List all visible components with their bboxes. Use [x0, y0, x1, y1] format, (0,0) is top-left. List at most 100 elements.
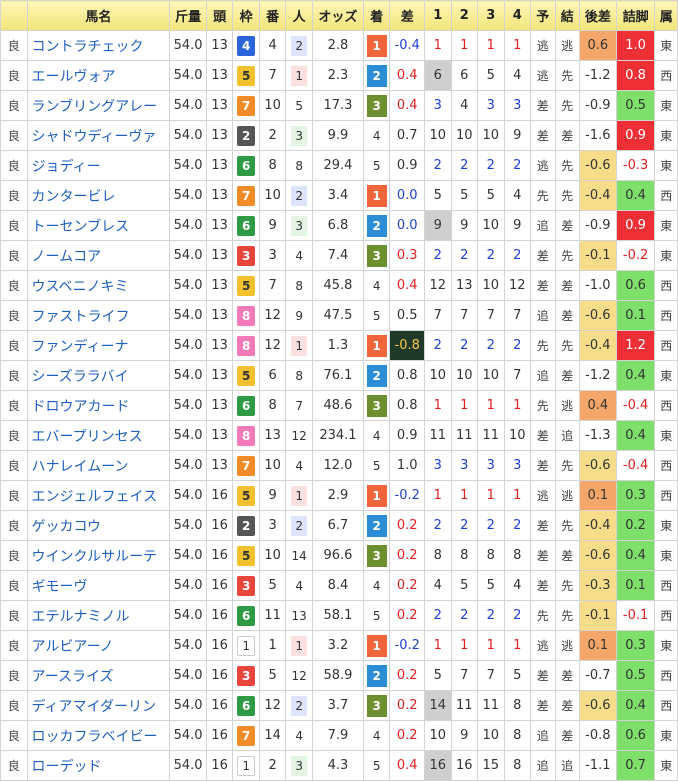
horse-name-link[interactable]: ファンディーナ	[26, 330, 171, 361]
horse-name-link[interactable]: ゲッカコウ	[26, 510, 171, 541]
header-col-horse-name[interactable]: 馬名	[26, 0, 171, 31]
corner-3: 10	[477, 120, 505, 151]
table-row[interactable]: 良アースライズ 54.0 16 3 5 12 58.9 2 0.2 5 7 7 5 差差 -0.7 0.5 西	[0, 660, 678, 691]
region: 西	[654, 270, 678, 301]
horse-name-link[interactable]: エバープリンセス	[26, 420, 171, 451]
header-col-corner-4[interactable]: 4	[503, 0, 532, 31]
waku: 1	[232, 750, 260, 781]
head-count: 13	[205, 300, 234, 331]
horse-name-link[interactable]: シーズララバイ	[26, 360, 171, 391]
table-row[interactable]: 良ディアマイダーリン 54.0 16 6 12 2 3.7 3 0.2 14 11 11 8 差差 -0.6…	[0, 690, 678, 721]
horse-name-link[interactable]: ギモーヴ	[26, 570, 171, 601]
table-row[interactable]: 良エバープリンセス 54.0 13 8 13 12 234.1 4 0.9 11 11 11 10 差追 -…	[0, 420, 678, 451]
horse-name-link[interactable]: エールヴォア	[26, 60, 171, 91]
horse-name-link[interactable]: ハナレイムーン	[26, 450, 171, 481]
popularity: 3	[285, 210, 313, 241]
late-diff: -1.3	[579, 420, 617, 451]
table-row[interactable]: 良エンジェルフェイス 54.0 16 5 9 1 2.9 1 -0.2 1 1 1 1 逃逃 0.1 0.3 西	[0, 480, 678, 511]
horse-name-link[interactable]: カンタービレ	[26, 180, 171, 211]
header-col-number[interactable]: 番	[258, 0, 287, 31]
table-row[interactable]: 良ハナレイムーン 54.0 13 7 10 4 12.0 5 1.0 3 3 3 3 差先 -0.6 -0.4…	[0, 450, 678, 481]
corner-2: 9	[450, 210, 479, 241]
horse-name-link[interactable]: アースライズ	[26, 660, 171, 691]
header-col-margin[interactable]: 差	[389, 0, 426, 31]
popularity-value: 8	[295, 278, 303, 293]
table-row[interactable]: 良ジョディー 54.0 13 6 8 8 29.4 5 0.9 2 2 2 2 逃先 -0.6 -0.3 東	[0, 150, 678, 181]
table-row[interactable]: 良ファストライフ 54.0 13 8 12 9 47.5 5 0.5 7 7 7 7 追差 -0.6 0.1 西	[0, 300, 678, 331]
header-col-corner-3[interactable]: 3	[477, 0, 505, 31]
horse-name-link[interactable]: ドロウアカード	[26, 390, 171, 421]
table-row[interactable]: 良ウインクルサルーテ 54.0 16 5 10 14 96.6 3 0.2 8 8 8 8 差差 -0.6 0…	[0, 540, 678, 571]
finish-badge: 5	[372, 758, 381, 773]
header-col-corner-1[interactable]: 1	[424, 0, 452, 31]
waku-badge: 3	[237, 245, 256, 266]
header-col-odds[interactable]: オッズ	[311, 0, 364, 31]
region: 西	[654, 600, 678, 631]
waku-badge: 7	[237, 725, 256, 746]
corner-2: 4	[450, 90, 479, 121]
table-row[interactable]: 良ファンディーナ 54.0 13 8 12 1 1.3 1 -0.8 2 2 2 2 先先 -0.4 1.2 西	[0, 330, 678, 361]
table-row[interactable]: 良ギモーヴ 54.0 16 3 5 4 8.4 4 0.2 4 5 5 4 差先 -0.3 0.1 西	[0, 570, 678, 601]
horse-name-link[interactable]: アルビアーノ	[26, 630, 171, 661]
table-row[interactable]: 良エールヴォア 54.0 13 5 7 1 2.3 2 0.4 6 6 5 4 逃先 -1.2 0.8 西	[0, 60, 678, 91]
track-condition: 良	[0, 720, 28, 751]
finish: 5	[362, 600, 391, 631]
header-col-predicted-style[interactable]: 予	[530, 0, 556, 31]
horse-name-link[interactable]: エテルナミノル	[26, 600, 171, 631]
finish-badge: 2	[366, 214, 387, 237]
horse-name-link[interactable]: ノームコア	[26, 240, 171, 271]
header-col-waku[interactable]: 枠	[232, 0, 260, 31]
waku: 6	[232, 210, 260, 241]
weight: 54.0	[169, 480, 207, 511]
horse-name-link[interactable]: ファストライフ	[26, 300, 171, 331]
horse-name-link[interactable]: ウスベニノキミ	[26, 270, 171, 301]
header-col-closing[interactable]: 詰脚	[615, 0, 656, 31]
header-col-actual-style[interactable]: 結	[554, 0, 581, 31]
corner-4: 9	[503, 120, 532, 151]
header-col-cond[interactable]	[0, 0, 28, 31]
table-row[interactable]: 良ゲッカコウ 54.0 16 2 3 2 6.7 2 0.2 2 2 2 2 差先 -0.4 0.2 東	[0, 510, 678, 541]
horse-name-link[interactable]: トーセンブレス	[26, 210, 171, 241]
table-row[interactable]: 良ロッカフラベイビー 54.0 16 7 14 4 7.9 4 0.2 10 9 10 8 追差 -0.8 0…	[0, 720, 678, 751]
horse-name-link[interactable]: シャドウディーヴァ	[26, 120, 171, 151]
closing-speed: 0.3	[615, 480, 656, 511]
track-condition: 良	[0, 180, 28, 211]
table-row[interactable]: 良ウスベニノキミ 54.0 13 5 7 8 45.8 4 0.4 12 13 10 12 差差 -1.0 0…	[0, 270, 678, 301]
horse-name-link[interactable]: エンジェルフェイス	[26, 480, 171, 511]
weight: 54.0	[169, 630, 207, 661]
header-col-corner-2[interactable]: 2	[450, 0, 479, 31]
corner-2: 2	[450, 150, 479, 181]
table-row[interactable]: 良ドロウアカード 54.0 13 6 8 7 48.6 3 0.8 1 1 1 1 先逃 0.4 -0.4 西	[0, 390, 678, 421]
table-row[interactable]: 良アルビアーノ 54.0 16 1 1 1 3.2 1 -0.2 1 1 1 1 逃逃 0.1 0.3 東	[0, 630, 678, 661]
finish: 1	[362, 480, 391, 511]
header-col-finish[interactable]: 着	[362, 0, 391, 31]
table-row[interactable]: 良エテルナミノル 54.0 16 6 11 13 58.1 5 0.2 2 2 2 2 先先 -0.1 -0.…	[0, 600, 678, 631]
finish-badge: 3	[366, 394, 387, 417]
table-row[interactable]: 良ランブリングアレー 54.0 13 7 10 5 17.3 3 0.4 3 4 3 3 差先 -0.9 0.…	[0, 90, 678, 121]
waku-badge: 5	[237, 545, 256, 566]
table-row[interactable]: 良カンタービレ 54.0 13 7 10 2 3.4 1 0.0 5 5 5 4 先先 -0.4 0.4 西	[0, 180, 678, 211]
corner-3: 11	[477, 420, 505, 451]
table-row[interactable]: 良ノームコア 54.0 13 3 3 4 7.4 3 0.3 2 2 2 2 差先 -0.1 -0.2 東	[0, 240, 678, 271]
horse-name-link[interactable]: ディアマイダーリン	[26, 690, 171, 721]
corner-1: 5	[424, 660, 452, 691]
horse-name-link[interactable]: ローデッド	[26, 750, 171, 781]
header-col-region[interactable]: 属	[654, 0, 678, 31]
closing-speed: 0.9	[615, 120, 656, 151]
corner-4: 2	[503, 240, 532, 271]
horse-name-link[interactable]: コントラチェック	[26, 30, 171, 61]
region: 東	[654, 420, 678, 451]
table-row[interactable]: 良シャドウディーヴァ 54.0 13 2 2 3 9.9 4 0.7 10 10 10 9 差差 -1.6 0…	[0, 120, 678, 151]
header-col-heads[interactable]: 頭	[205, 0, 234, 31]
table-row[interactable]: 良コントラチェック 54.0 13 4 4 2 2.8 1 -0.4 1 1 1 1 逃逃 0.6 1.0 東	[0, 30, 678, 61]
horse-name-link[interactable]: ロッカフラベイビー	[26, 720, 171, 751]
header-col-weight[interactable]: 斤量	[169, 0, 207, 31]
table-row[interactable]: 良シーズララバイ 54.0 13 5 6 8 76.1 2 0.8 10 10 10 7 追差 -1.2 0.…	[0, 360, 678, 391]
header-col-popularity[interactable]: 人	[285, 0, 313, 31]
horse-name-link[interactable]: ランブリングアレー	[26, 90, 171, 121]
table-row[interactable]: 良トーセンブレス 54.0 13 6 9 3 6.8 2 0.0 9 9 10 9 追差 -0.9 0.9 東	[0, 210, 678, 241]
horse-name-link[interactable]: ウインクルサルーテ	[26, 540, 171, 571]
table-row[interactable]: 良ローデッド 54.0 16 1 2 3 4.3 5 0.4 16 16 15 8 追追 -1.1 0.7 東	[0, 750, 678, 781]
horse-name-link[interactable]: ジョディー	[26, 150, 171, 181]
header-col-late-diff[interactable]: 後差	[579, 0, 617, 31]
